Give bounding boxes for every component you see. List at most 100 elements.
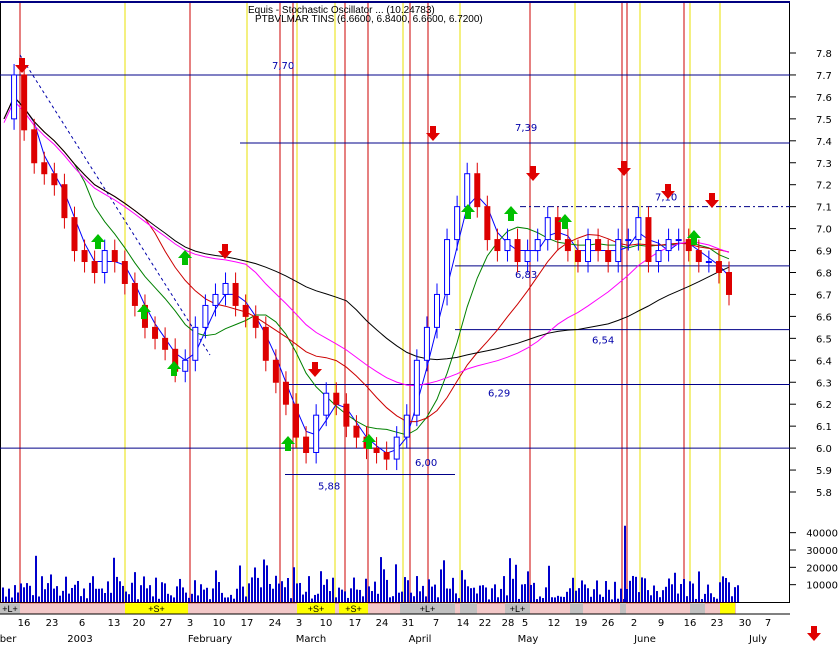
moving-averages (3, 96, 730, 454)
day-tick-label: 2 (631, 618, 637, 629)
candle-body (242, 304, 249, 317)
candle-body (162, 337, 169, 350)
candle-body (564, 239, 571, 252)
candle-body (635, 217, 642, 241)
candle-body (333, 392, 340, 405)
candle-body (91, 261, 98, 273)
day-tick-label: 13 (108, 618, 121, 629)
grid-layer (0, 1, 790, 603)
sell-arrow-icon (617, 161, 631, 176)
price-tick-label: 6.3 (816, 378, 832, 389)
price-tick-label: 7.0 (816, 225, 832, 236)
candle-body (474, 173, 481, 208)
candle-body (212, 293, 219, 306)
price-axis: 5.8 5.9 6.0 6.1 6.2 6.3 6.4 6.5 6.6 6.7 6.8 6.9 7.0 7… (790, 49, 832, 499)
level-label: 7,39 (515, 123, 537, 134)
candle-body (615, 239, 622, 263)
candle-body (444, 239, 451, 295)
candle-body (665, 239, 672, 252)
candle-body (595, 239, 602, 252)
day-tick-label: 3 (296, 618, 302, 629)
price-tick-label: 7.5 (816, 115, 832, 126)
candle-body (544, 217, 551, 241)
candle-body (403, 414, 410, 438)
sell-arrow-icon (807, 626, 821, 641)
candle-body (373, 447, 380, 453)
sell-arrow-icon (308, 362, 322, 377)
candle-body (111, 250, 118, 263)
ma-verylong-line (3, 96, 730, 361)
trend-line (19, 54, 211, 356)
band-segment (720, 603, 735, 614)
band-label: +L+ (510, 604, 526, 614)
candle-body (413, 359, 420, 416)
candle-body (494, 239, 501, 252)
price-tick-label: 5.9 (816, 466, 832, 477)
candle-body (51, 173, 58, 186)
candle-body (705, 261, 712, 264)
candle-body (685, 239, 692, 252)
candle-body (71, 217, 78, 252)
candle-body (655, 250, 662, 263)
candle-body (605, 250, 612, 263)
price-tick-label: 5.8 (816, 488, 832, 499)
price-tick-label: 7.4 (816, 137, 832, 148)
price-tick-label: 6.4 (816, 356, 832, 367)
candle-body (484, 206, 491, 241)
month-tick-label: May (518, 634, 539, 645)
day-tick-label: 7 (765, 618, 771, 629)
band-label: +S+ (308, 604, 325, 614)
price-tick-label: 6.2 (816, 400, 832, 411)
candle-body (464, 173, 471, 208)
price-tick-label: 6.5 (816, 334, 832, 345)
price-tick-label: 7.8 (816, 49, 832, 60)
day-tick-label: 23 (46, 618, 59, 629)
candle-body (524, 250, 531, 263)
band-segment (690, 603, 705, 614)
sell-arrow-icon (705, 193, 719, 208)
candle-body (293, 403, 300, 438)
candle-body (272, 359, 279, 383)
day-tick-label: 3 (187, 618, 193, 629)
volume-tick-label: 30000 (806, 546, 838, 557)
price-tick-label: 7.7 (816, 71, 832, 82)
candle-body (152, 326, 159, 339)
candle-body (303, 436, 310, 453)
price-tick-label: 6.0 (816, 444, 832, 455)
price-tick-label: 6.6 (816, 312, 832, 323)
buy-arrow-icon (167, 361, 181, 376)
day-tick-label: 17 (241, 618, 254, 629)
volume-axis: 10000 20000 30000 40000 (790, 529, 838, 592)
candle-body (423, 326, 430, 361)
candle-body (383, 451, 390, 460)
level-label: 6,83 (515, 270, 537, 281)
band-label: +S+ (345, 604, 362, 614)
candle-body (514, 239, 521, 263)
candle-body (232, 282, 239, 306)
band-label: +L+ (420, 604, 436, 614)
candle-body (192, 326, 199, 361)
band-segment (460, 603, 477, 614)
day-tick-label: 30 (739, 618, 752, 629)
level-label: 6,29 (488, 388, 510, 399)
month-tick-label: April (409, 634, 432, 645)
signal-arrows (15, 58, 719, 451)
candle-body (433, 293, 440, 328)
buy-arrow-icon (137, 304, 151, 319)
candle-body (585, 239, 592, 263)
price-tick-label: 6.7 (816, 290, 832, 301)
level-label: 7,70 (272, 61, 294, 72)
candle-body (41, 162, 48, 175)
level-label: 6,54 (592, 336, 614, 347)
candle-body (61, 184, 68, 219)
month-tick-label: ber (0, 634, 17, 645)
day-tick-label: 9 (658, 618, 664, 629)
candle-body (131, 282, 138, 306)
candle-body (282, 381, 289, 405)
candle-body (101, 250, 108, 274)
day-tick-label: 5 (522, 618, 528, 629)
candle-body (534, 239, 541, 252)
candle-body (81, 250, 88, 263)
candle-body (695, 250, 702, 263)
candle-body (21, 74, 28, 131)
